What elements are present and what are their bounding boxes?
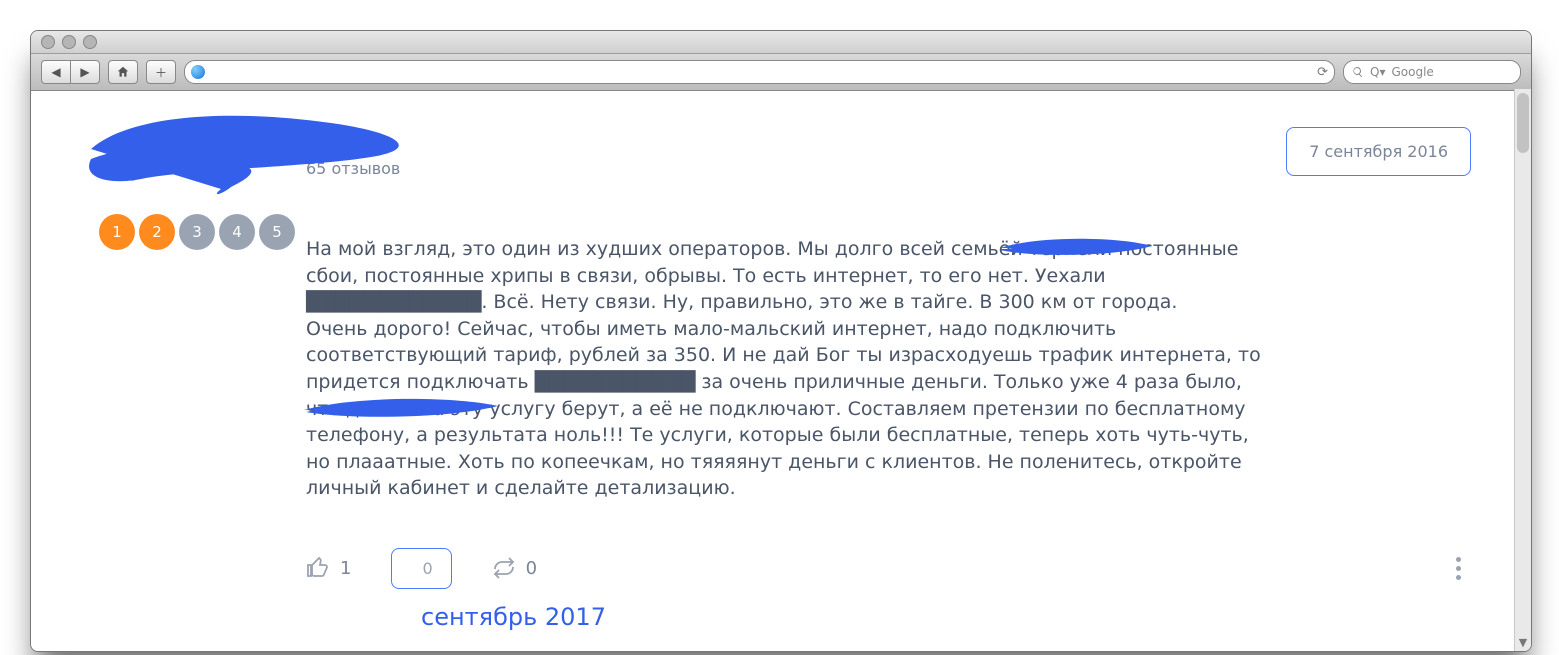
thumb-up-icon — [306, 556, 330, 580]
comment-button[interactable]: 0 — [391, 548, 451, 589]
window-titlebar — [31, 31, 1531, 54]
review-actions: 1 0 0 — [306, 548, 1471, 589]
rating-dot-4[interactable]: 4 — [219, 214, 255, 250]
search-icon — [1352, 66, 1364, 78]
rating-dot-2[interactable]: 2 — [139, 214, 175, 250]
share-icon — [492, 556, 516, 580]
review-paragraph-1: На мой взгляд, это один из худших операт… — [306, 236, 1266, 316]
rating-dot-3[interactable]: 3 — [179, 214, 215, 250]
scrollbar-down[interactable]: ▼ — [1515, 636, 1531, 649]
window-zoom-button[interactable] — [83, 35, 97, 49]
globe-icon — [191, 65, 205, 79]
window-minimize-button[interactable] — [62, 35, 76, 49]
review-card: 65 отзывов 7 сентября 2016 1 2 3 4 5 На … — [31, 91, 1531, 631]
nav-buttons: ◀ ▶ — [41, 60, 100, 84]
window-close-button[interactable] — [41, 35, 55, 49]
review-paragraph-2: Очень дорого! Сейчас, чтобы иметь мало-м… — [306, 316, 1266, 502]
review-text: На мой взгляд, это один из худших операт… — [306, 190, 1266, 502]
scrollbar-thumb[interactable] — [1517, 93, 1529, 153]
review-date-badge: 7 сентября 2016 — [1286, 127, 1471, 176]
address-bar[interactable]: ⟳ — [184, 60, 1335, 84]
rating-dot-1[interactable]: 1 — [99, 214, 135, 250]
more-menu[interactable] — [1456, 557, 1461, 580]
search-placeholder: Google — [1391, 65, 1433, 79]
like-button[interactable]: 1 — [306, 556, 351, 580]
page-content: 65 отзывов 7 сентября 2016 1 2 3 4 5 На … — [31, 91, 1531, 652]
month-label: сентябрь 2017 — [421, 603, 1471, 631]
back-button[interactable]: ◀ — [41, 60, 70, 84]
share-count: 0 — [526, 558, 537, 579]
home-button[interactable] — [108, 60, 138, 84]
reload-icon[interactable]: ⟳ — [1317, 65, 1328, 80]
add-button[interactable]: ＋ — [146, 60, 176, 84]
comment-count: 0 — [422, 559, 432, 578]
share-button[interactable]: 0 — [492, 556, 537, 580]
rating-dot-5[interactable]: 5 — [259, 214, 295, 250]
scrollbar[interactable]: ▼ — [1514, 89, 1531, 651]
browser-window: ◀ ▶ ＋ ⟳ Q▾ Google 65 отзывов 7 сентября … — [30, 30, 1532, 652]
forward-button[interactable]: ▶ — [70, 60, 100, 84]
search-box[interactable]: Q▾ Google — [1343, 60, 1521, 84]
browser-toolbar: ◀ ▶ ＋ ⟳ Q▾ Google — [31, 54, 1531, 91]
like-count: 1 — [340, 558, 351, 579]
home-icon — [116, 65, 130, 79]
